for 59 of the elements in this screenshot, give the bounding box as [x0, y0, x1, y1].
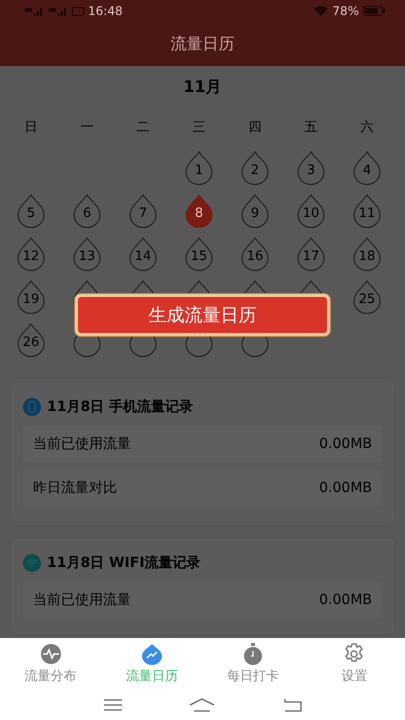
status-time: 16:48 — [88, 4, 123, 18]
wifi-icon — [314, 6, 328, 16]
phone-icon — [23, 398, 41, 416]
calendar-day[interactable]: 7 — [129, 194, 157, 228]
cellular-signal-icon — [24, 6, 44, 16]
chart-icon — [140, 643, 163, 665]
calendar-day[interactable]: 19 — [17, 280, 45, 314]
nav-tab[interactable]: 每日打卡 — [202, 638, 304, 690]
record-label: 当前已使用流量 — [33, 591, 131, 609]
calendar-day[interactable]: 1 — [185, 150, 213, 184]
calendar-day[interactable]: 13 — [73, 236, 101, 270]
calendar-day[interactable]: 6 — [73, 194, 101, 228]
hd-icon — [72, 6, 84, 16]
weekday-label: 一 — [80, 119, 94, 136]
menu-icon[interactable] — [103, 698, 124, 712]
home-icon[interactable] — [189, 698, 216, 712]
weekday-label: 三 — [192, 119, 206, 136]
calendar-day[interactable]: 2 — [241, 150, 269, 184]
screen-title: 流量日历 — [170, 34, 234, 54]
pulse-icon — [40, 643, 62, 665]
weekday-label: 六 — [360, 119, 374, 136]
calendar-day[interactable]: 26 — [17, 322, 45, 356]
calendar-day[interactable]: 3 — [297, 150, 325, 184]
weekday-label: 四 — [248, 119, 262, 136]
record-label: 当前已使用流量 — [33, 435, 131, 453]
calendar-day[interactable]: 5 — [17, 194, 45, 228]
record-value: 0.00MB — [319, 592, 372, 608]
calendar-day[interactable]: 14 — [129, 236, 157, 270]
nav-tab[interactable]: 流量分布 — [0, 638, 102, 690]
calendar-day[interactable]: 15 — [185, 236, 213, 270]
back-icon[interactable] — [282, 698, 302, 712]
calendar-day[interactable]: 11 — [353, 194, 381, 228]
calendar-day[interactable]: 17 — [297, 236, 325, 270]
nav-tab[interactable]: 设置 — [304, 638, 405, 690]
weekday-label: 五 — [304, 119, 318, 136]
calendar-day[interactable]: 4 — [353, 150, 381, 184]
battery-percent: 78% — [332, 4, 359, 18]
calendar-day[interactable]: 16 — [241, 236, 269, 270]
cellular-signal-icon — [48, 6, 68, 16]
record-title: 11月8日 手机流量记录 — [47, 398, 194, 416]
nav-tab[interactable]: 流量日历 — [101, 638, 202, 690]
battery-icon — [363, 6, 385, 16]
month-title: 11月 — [183, 76, 222, 98]
record-label: 昨日流量对比 — [33, 479, 117, 497]
calendar-day[interactable]: 18 — [353, 236, 381, 270]
settings-icon — [343, 643, 366, 665]
calendar-day[interactable]: 25 — [353, 280, 381, 314]
weekday-label: 二 — [136, 119, 150, 136]
record-value: 0.00MB — [319, 436, 372, 452]
stopwatch-icon — [242, 643, 264, 665]
calendar-day[interactable]: 8 — [185, 194, 213, 228]
record-title: 11月8日 WIFI流量记录 — [47, 554, 201, 572]
generate-calendar-dialog[interactable]: 生成流量日历 — [75, 294, 330, 336]
record-value: 0.00MB — [319, 480, 372, 496]
weekday-label: 日 — [24, 119, 38, 136]
calendar-day[interactable]: 10 — [297, 194, 325, 228]
calendar-day[interactable]: 9 — [241, 194, 269, 228]
wifi-icon — [23, 554, 41, 572]
calendar-day[interactable]: 12 — [17, 236, 45, 270]
